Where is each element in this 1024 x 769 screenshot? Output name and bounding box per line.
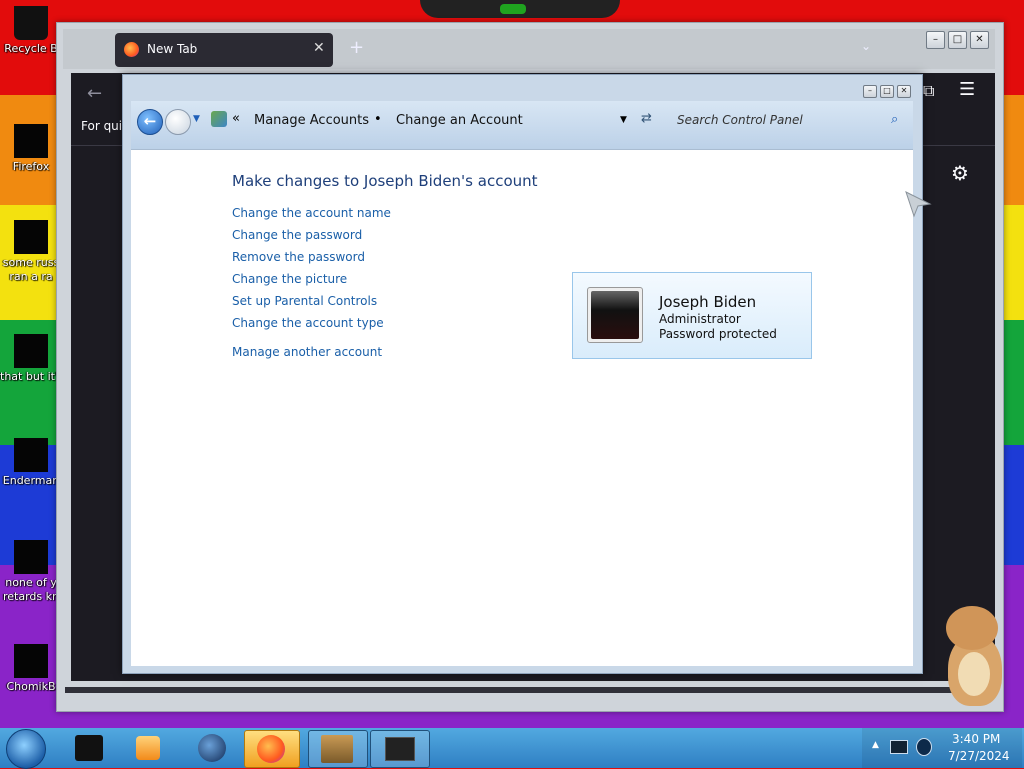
menu-icon[interactable]: ☰ [959, 79, 975, 100]
address-dropdown-icon[interactable]: ▼ [620, 115, 627, 125]
tray-expand-icon[interactable]: ▲ [872, 740, 879, 750]
taskbar: ▲ 3:40 PM 7/27/2024 [0, 728, 1024, 769]
cp-minimize-button[interactable]: – [863, 85, 877, 98]
media-player-icon [136, 736, 160, 760]
desktop-icon-that-but-its[interactable]: that but it's [0, 334, 62, 384]
maximize-button[interactable]: □ [948, 31, 967, 49]
hamster-mascot [940, 604, 1010, 708]
tab-new-tab[interactable]: New Tab ✕ [115, 33, 333, 67]
desktop-icon-firefox[interactable]: Firefox [0, 124, 62, 174]
hamster-head [946, 606, 998, 650]
address-bar: ← ▼ « Manage Accounts • Change an Accoun… [131, 101, 913, 149]
page-title: Make changes to Joseph Biden's account [232, 172, 538, 190]
firefox-tab-icon [124, 42, 139, 57]
desktop-icon-chomik[interactable]: ChomikB [0, 644, 62, 694]
clock-time[interactable]: 3:40 PM [952, 732, 1000, 746]
start-button[interactable] [6, 729, 46, 769]
tab-list-chevron-icon[interactable]: ⌄ [861, 39, 871, 53]
link-change-password[interactable]: Change the password [232, 228, 362, 242]
breadcrumb-manage-accounts[interactable]: Manage Accounts [254, 113, 369, 128]
breadcrumb-prefix[interactable]: « [232, 111, 240, 126]
tab-close-icon[interactable]: ✕ [313, 40, 325, 56]
link-parental-controls[interactable]: Set up Parental Controls [232, 294, 377, 308]
hamster-icon [14, 644, 48, 678]
search-icon[interactable]: ⌕ [891, 112, 898, 127]
link-remove-password[interactable]: Remove the password [232, 250, 365, 264]
breadcrumb-separator: • [374, 112, 382, 127]
link-change-account-name[interactable]: Change the account name [232, 206, 391, 220]
back-arrow-icon[interactable]: ← [87, 83, 102, 104]
hamster-belly [958, 652, 990, 696]
link-manage-another-account[interactable]: Manage another account [232, 345, 382, 359]
box-icon [321, 735, 353, 763]
taskbar-item-media-player[interactable] [122, 730, 178, 766]
breadcrumb-change-account[interactable]: Change an Account [396, 113, 523, 128]
control-panel-icon [211, 111, 227, 127]
notch-glyph [500, 4, 526, 14]
extensions-icon[interactable]: ⧉ [923, 81, 934, 101]
account-card: Joseph Biden Administrator Password prot… [572, 272, 812, 359]
taskbar-item-globe[interactable] [184, 730, 240, 766]
settings-gear-icon[interactable]: ⚙ [951, 161, 969, 185]
firefox-icon [14, 124, 48, 158]
account-panel: Make changes to Joseph Biden's account C… [131, 149, 913, 666]
link-change-picture[interactable]: Change the picture [232, 272, 347, 286]
media-icon [14, 540, 48, 574]
taskbar-item-app1[interactable] [62, 730, 118, 766]
folder-icon [14, 334, 48, 368]
avatar [587, 287, 643, 343]
tab-title: New Tab [147, 42, 198, 56]
taskbar-item-box[interactable] [308, 730, 368, 768]
firefox-taskbar-icon [257, 735, 285, 763]
refresh-icon[interactable]: ⇄ [641, 111, 652, 126]
search-box[interactable]: Search Control Panel ⌕ [669, 107, 907, 135]
mouse-cursor-icon [905, 191, 932, 218]
desktop-icon-enderman[interactable]: Enderman [0, 438, 62, 488]
globe-icon [198, 734, 226, 762]
forward-button[interactable] [165, 109, 191, 135]
application-icon [14, 438, 48, 472]
cp-close-button[interactable]: ✕ [897, 85, 911, 98]
account-role: Administrator [659, 312, 741, 326]
recycle-bin-icon [14, 6, 48, 40]
window-icon [385, 737, 415, 761]
window-bottom-bar [65, 687, 995, 693]
minimize-button[interactable]: – [926, 31, 945, 49]
clock-date[interactable]: 7/27/2024 [948, 749, 1010, 763]
taskbar-item-firefox[interactable] [244, 730, 300, 768]
app1-icon [75, 735, 103, 761]
desktop-icon-some-russ[interactable]: some russ ran a ra [0, 220, 62, 284]
cp-maximize-button[interactable]: □ [880, 85, 894, 98]
avatar-image [591, 291, 639, 339]
history-dropdown-icon[interactable]: ▼ [193, 114, 200, 124]
back-button[interactable]: ← [137, 109, 163, 135]
new-tab-button[interactable]: + [349, 37, 364, 58]
link-change-account-type[interactable]: Change the account type [232, 316, 384, 330]
system-tray: ▲ 3:40 PM 7/27/2024 [862, 728, 1022, 768]
taskbar-item-window[interactable] [370, 730, 430, 768]
desktop-icon-none-of-y[interactable]: none of y retards kn [0, 540, 62, 604]
document-icon [14, 220, 48, 254]
account-status: Password protected [659, 327, 777, 341]
search-input[interactable]: Search Control Panel [677, 113, 803, 127]
control-panel-window: – □ ✕ ← ▼ « Manage Accounts • Change an … [122, 74, 923, 674]
close-button[interactable]: ✕ [970, 31, 989, 49]
network-icon[interactable] [890, 740, 908, 754]
desktop-icon-recycle-bin[interactable]: Recycle B [0, 6, 62, 56]
volume-icon[interactable] [916, 738, 932, 756]
account-name: Joseph Biden [659, 293, 757, 311]
